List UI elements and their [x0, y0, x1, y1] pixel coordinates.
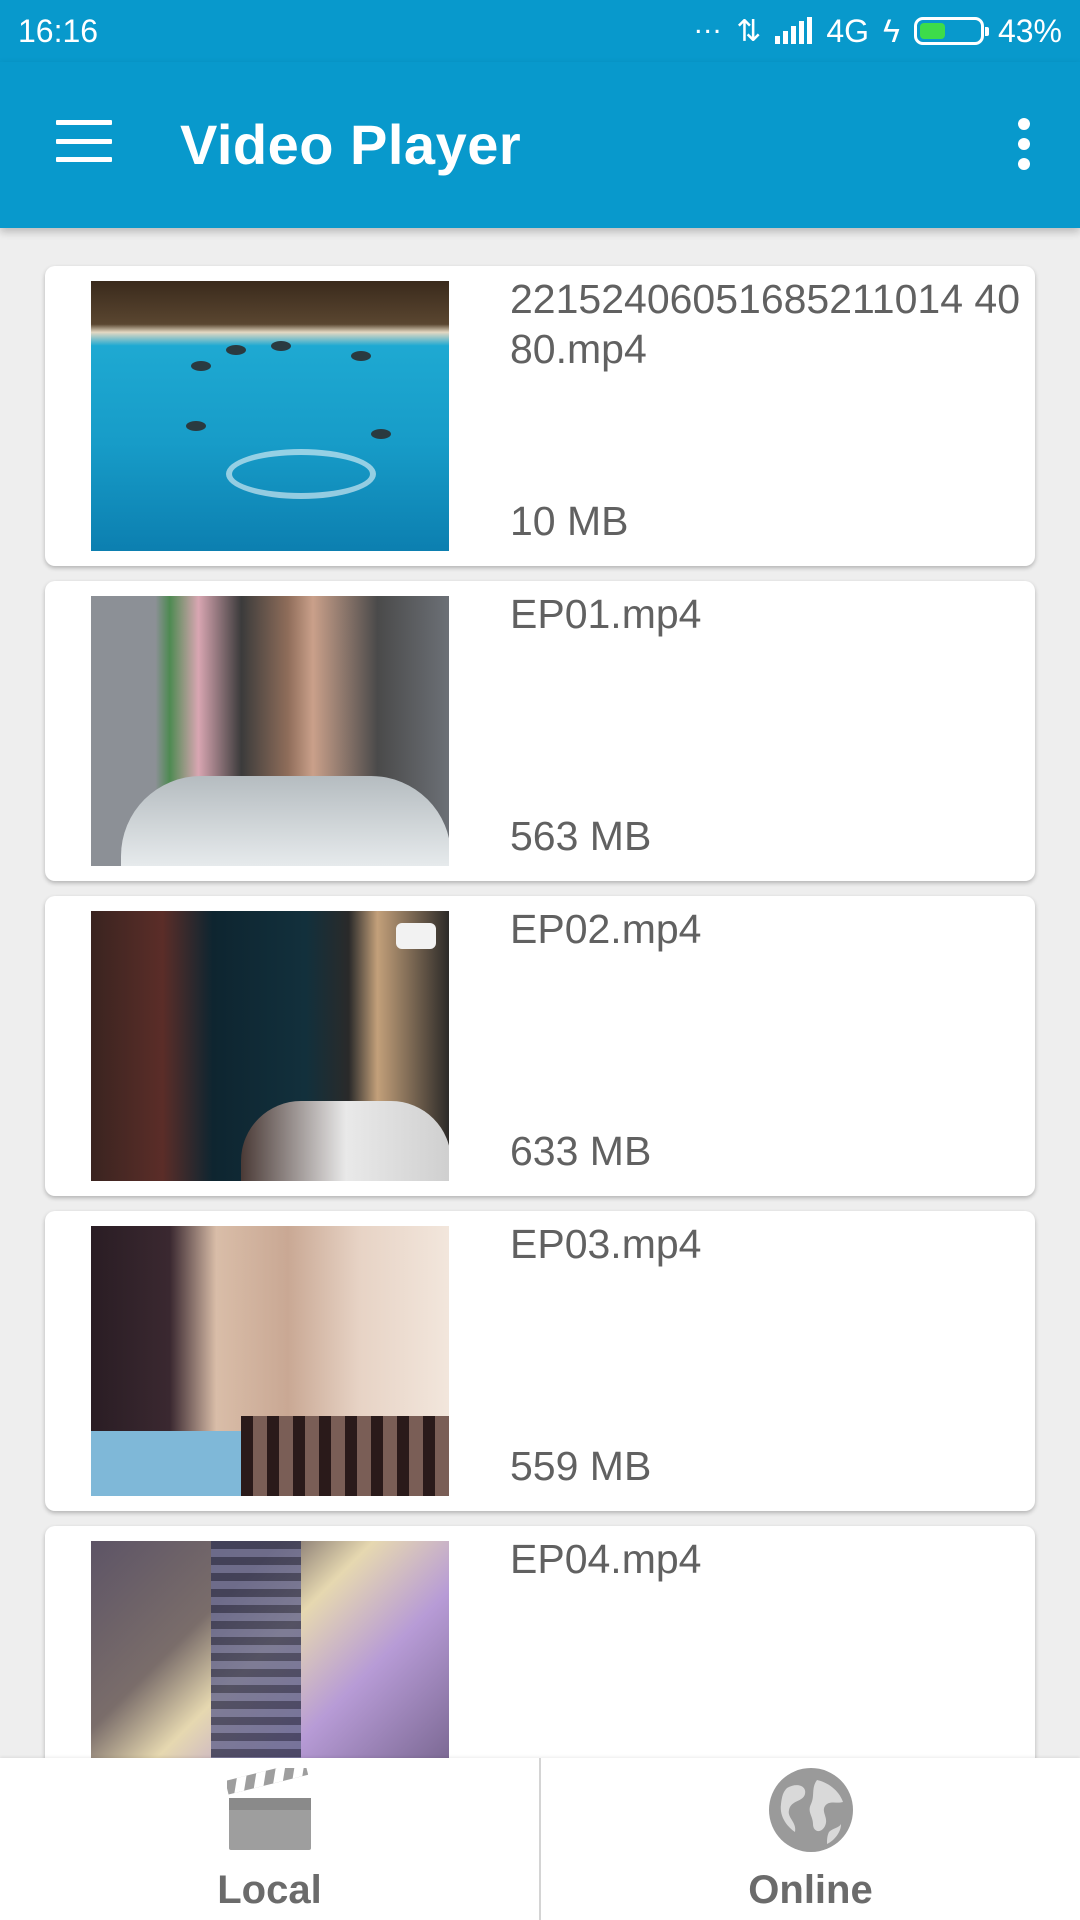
video-file-name: EP04.mp4 [510, 1536, 702, 1582]
nav-local-label: Local [217, 1868, 322, 1912]
globe-icon [768, 1768, 853, 1852]
video-file-name: EP02.mp4 [510, 906, 702, 952]
nav-online[interactable]: Online [539, 1758, 1080, 1920]
video-item[interactable]: 22152406051685211014 4080.mp4 10 MB [45, 266, 1035, 566]
video-item[interactable]: EP03.mp4 559 MB [45, 1211, 1035, 1511]
video-thumbnail [91, 1226, 449, 1496]
video-thumbnail [91, 281, 449, 551]
video-file-size: 563 MB [510, 813, 652, 859]
notification-dots: ... [694, 7, 723, 40]
video-thumbnail [91, 1541, 449, 1758]
app-title: Video Player [180, 113, 522, 176]
video-file-name: 22152406051685211014 4080.mp4 [510, 276, 1020, 372]
hamburger-menu-icon[interactable] [56, 120, 112, 162]
bottom-navigation: Local Online [0, 1758, 1080, 1920]
video-file-size: 559 MB [510, 1443, 652, 1489]
nav-online-label: Online [748, 1868, 873, 1912]
video-file-size: 633 MB [510, 1128, 652, 1174]
status-time: 16:16 [18, 12, 99, 49]
charging-icon: ϟ [883, 12, 900, 49]
network-type: 4G [826, 12, 870, 49]
video-item[interactable]: EP01.mp4 563 MB [45, 581, 1035, 881]
app-bar: Video Player [0, 62, 1080, 228]
video-item[interactable]: EP04.mp4 [45, 1526, 1035, 1758]
status-bar: 16:16 ... ⇅ 4G ϟ 43% [0, 0, 1080, 62]
signal-strength-icon [775, 17, 813, 44]
battery-icon [913, 17, 989, 45]
battery-percent: 43% [997, 12, 1062, 49]
data-transfer-icon: ⇅ [736, 14, 762, 48]
nav-local[interactable]: Local [0, 1758, 539, 1920]
video-thumbnail [91, 911, 449, 1181]
video-file-name: EP03.mp4 [510, 1221, 702, 1267]
more-vert-icon[interactable] [1012, 118, 1036, 170]
video-item[interactable]: EP02.mp4 633 MB [45, 896, 1035, 1196]
clapperboard-icon [226, 1768, 311, 1850]
video-file-name: EP01.mp4 [510, 591, 702, 637]
battery-level [919, 23, 945, 39]
video-file-size: 10 MB [510, 498, 629, 544]
video-list[interactable]: 22152406051685211014 4080.mp4 10 MB EP01… [0, 228, 1080, 1758]
video-thumbnail [91, 596, 449, 866]
